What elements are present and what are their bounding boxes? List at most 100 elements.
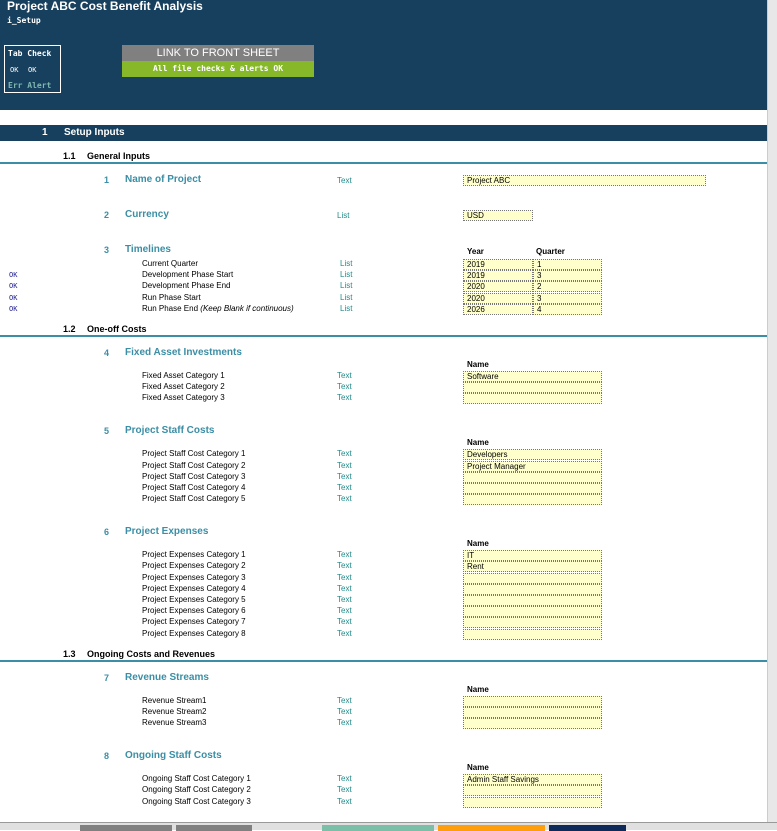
name-cell[interactable]: [463, 393, 602, 405]
row-label: Project Staff Cost Category 4: [142, 483, 246, 492]
name-cell[interactable]: Project Manager: [463, 460, 602, 472]
row-label: Project Staff Cost Category 1: [142, 449, 246, 459]
item-number: 7: [104, 672, 110, 683]
name-cell[interactable]: Admin Staff Savings: [463, 774, 602, 786]
subsection-number: 1.2: [63, 324, 76, 334]
check-status: OK: [9, 271, 18, 280]
item-title: Timelines: [125, 244, 171, 255]
quarter-cell[interactable]: 3: [533, 292, 602, 304]
quarter-cell[interactable]: 2: [533, 281, 602, 293]
name-cell[interactable]: [463, 785, 602, 797]
input-type: Text: [337, 796, 352, 806]
row-label: Project Expenses Category 2: [142, 561, 246, 571]
item-title: Ongoing Staff Costs: [125, 750, 222, 762]
item-number: 2: [104, 210, 110, 220]
row-label: Development Phase Start: [142, 270, 233, 279]
subsection-title: General Inputs: [87, 151, 151, 161]
sheet-tab[interactable]: [80, 825, 172, 831]
name-cell[interactable]: [463, 707, 602, 718]
item-number: 5: [104, 426, 110, 437]
input-type: Text: [337, 371, 352, 380]
row-label-text: Development Phase End: [142, 281, 231, 291]
column-header-name: Name: [467, 438, 489, 448]
row-label: Revenue Stream2: [142, 707, 207, 716]
row-note: (Keep Blank if continuous): [200, 303, 294, 313]
input-type: Text: [337, 572, 352, 582]
input-type: Text: [337, 483, 352, 492]
subsection-divider: [0, 335, 767, 337]
column-header-name: Name: [467, 763, 489, 773]
name-cell[interactable]: [463, 617, 602, 629]
name-cell[interactable]: [463, 695, 602, 707]
name-cell[interactable]: [463, 572, 602, 584]
row-label: Ongoing Staff Cost Category 1: [142, 774, 251, 784]
item-number: 4: [104, 348, 110, 358]
column-header-quarter: Quarter: [536, 247, 565, 256]
input-cell[interactable]: USD: [463, 210, 533, 221]
sheet-tab[interactable]: [438, 825, 545, 831]
subsection-title: One-off Costs: [87, 324, 147, 334]
quarter-cell[interactable]: 1: [533, 259, 602, 270]
name-cell[interactable]: [463, 595, 602, 606]
row-label-text: Development Phase Start: [142, 270, 234, 280]
column-header-year: Year: [467, 247, 484, 256]
input-type: Text: [337, 176, 352, 185]
quarter-cell[interactable]: 4: [533, 303, 602, 315]
row-label: Revenue Stream3: [142, 718, 207, 728]
name-cell[interactable]: [463, 471, 602, 483]
row-label: Ongoing Staff Cost Category 3: [142, 796, 251, 806]
row-label: Project Staff Cost Category 5: [142, 494, 246, 504]
column-header-name: Name: [467, 684, 489, 694]
year-cell[interactable]: 2020: [463, 292, 533, 304]
row-label: Project Expenses Category 3: [142, 572, 246, 582]
row-label: Fixed Asset Category 2: [142, 382, 225, 392]
name-cell[interactable]: Developers: [463, 449, 602, 461]
row-label: Project Expenses Category 8: [142, 628, 246, 638]
row-label: Run Phase Start: [142, 293, 201, 302]
name-cell[interactable]: [463, 606, 602, 618]
year-cell[interactable]: 2019: [463, 270, 533, 282]
input-type: List: [337, 211, 350, 220]
section-title: Setup Inputs: [64, 127, 125, 138]
year-cell[interactable]: 2026: [463, 303, 533, 315]
input-type: Text: [337, 695, 352, 705]
sheet-tab[interactable]: [322, 825, 434, 831]
name-cell[interactable]: Software: [463, 371, 602, 382]
year-cell[interactable]: 2019: [463, 259, 533, 270]
name-cell[interactable]: [463, 583, 602, 595]
quarter-cell[interactable]: 3: [533, 270, 602, 282]
input-type: List: [340, 303, 353, 313]
input-type: Text: [337, 449, 352, 459]
column-header-name: Name: [467, 539, 489, 549]
name-cell[interactable]: [463, 382, 602, 394]
row-label-text: Run Phase End: [142, 303, 199, 313]
input-type: Text: [337, 617, 352, 627]
subsection-number: 1.1: [63, 151, 76, 161]
input-cell[interactable]: Project ABC: [463, 175, 706, 186]
year-cell[interactable]: 2020: [463, 281, 533, 293]
row-label: Development Phase End: [142, 281, 231, 290]
input-type: Text: [337, 774, 352, 784]
name-cell[interactable]: [463, 718, 602, 730]
name-cell[interactable]: [463, 483, 602, 494]
sheet-tabs-bar: [0, 822, 777, 831]
row-label: Revenue Stream1: [142, 695, 207, 705]
name-cell[interactable]: Rent: [463, 561, 602, 573]
vertical-scrollbar[interactable]: [767, 0, 777, 822]
row-label: Project Expenses Category 7: [142, 617, 246, 627]
name-cell[interactable]: [463, 796, 602, 808]
check-status: OK: [9, 282, 18, 291]
sheet-tab[interactable]: [549, 825, 626, 831]
sheet-tab[interactable]: [176, 825, 252, 831]
name-cell[interactable]: IT: [463, 550, 602, 562]
row-label: Run Phase End (Keep Blank if continuous): [142, 304, 294, 313]
subsection-title: Ongoing Costs and Revenues: [87, 648, 216, 659]
subsection-number: 1.3: [63, 648, 76, 659]
input-type: Text: [337, 707, 352, 716]
row-label: Ongoing Staff Cost Category 2: [142, 785, 251, 795]
item-number: 3: [104, 245, 110, 255]
row-label: Current Quarter: [142, 259, 198, 268]
name-cell[interactable]: [463, 494, 602, 506]
name-cell[interactable]: [463, 628, 602, 640]
item-title: Fixed Asset Investments: [125, 347, 242, 358]
